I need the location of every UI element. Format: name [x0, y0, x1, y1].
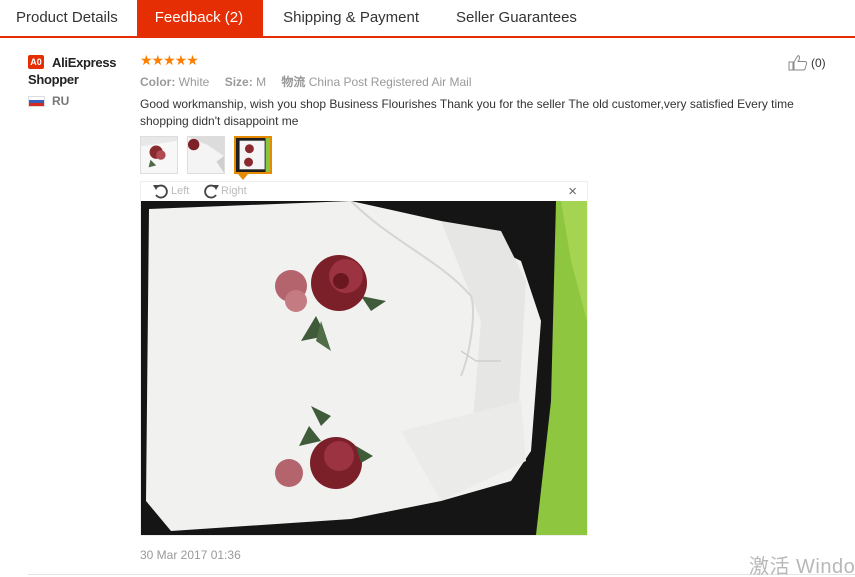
review-photo-thumbnail[interactable]	[187, 136, 225, 174]
order-info: Color: White Size: M 物流 China Post Regis…	[140, 73, 472, 90]
review-text: Good workmanship, wish you shop Business…	[140, 97, 794, 128]
windows-activation-watermark: 激活 Windo	[749, 556, 855, 577]
review-photo-thumbnail-selected[interactable]	[234, 136, 272, 174]
review-photo-thumbnail[interactable]	[140, 136, 178, 174]
tab-product-details[interactable]: Product Details	[0, 0, 137, 36]
divider	[28, 574, 855, 575]
helpful-count: (0)	[811, 56, 826, 70]
photo-viewer-toolbar: Left Right ×	[141, 182, 587, 201]
close-icon[interactable]: ×	[568, 183, 577, 200]
rotate-left-button[interactable]: Left	[151, 183, 189, 199]
rotate-right-icon	[204, 184, 219, 199]
review-photo	[141, 201, 587, 535]
review-photo-thumbnails	[140, 136, 281, 174]
size-label: Size:	[224, 75, 253, 89]
reviewer-name: AliExpress Shopper	[28, 55, 117, 87]
star-rating: ★★★★★	[140, 52, 199, 68]
tab-shipping-payment[interactable]: Shipping & Payment	[263, 0, 438, 36]
photo-viewer: Left Right ×	[140, 181, 588, 536]
reviewer-country: RU	[28, 94, 69, 108]
helpful-button[interactable]: (0)	[788, 55, 826, 71]
country-code: RU	[52, 94, 70, 108]
color-value: White	[178, 75, 210, 89]
shipping-label: 物流	[281, 75, 306, 89]
color-label: Color:	[140, 75, 176, 89]
rotate-right-button[interactable]: Right	[201, 183, 247, 199]
review-date: 30 Mar 2017 01:36	[140, 548, 241, 562]
tab-seller-guarantees[interactable]: Seller Guarantees	[438, 0, 596, 36]
rotate-left-label: Left	[171, 185, 190, 197]
shipping-value: China Post Registered Air Mail	[308, 75, 472, 89]
size-value: M	[256, 75, 267, 89]
thumbs-up-icon	[788, 55, 808, 71]
russia-flag-icon	[28, 95, 45, 107]
tab-feedback[interactable]: Feedback (2)	[136, 0, 264, 38]
selected-thumbnail-caret	[238, 174, 248, 180]
rotate-left-icon	[153, 184, 168, 199]
rotate-right-label: Right	[221, 185, 247, 197]
tab-bar: Product Details Feedback (2) Shipping & …	[0, 0, 855, 38]
